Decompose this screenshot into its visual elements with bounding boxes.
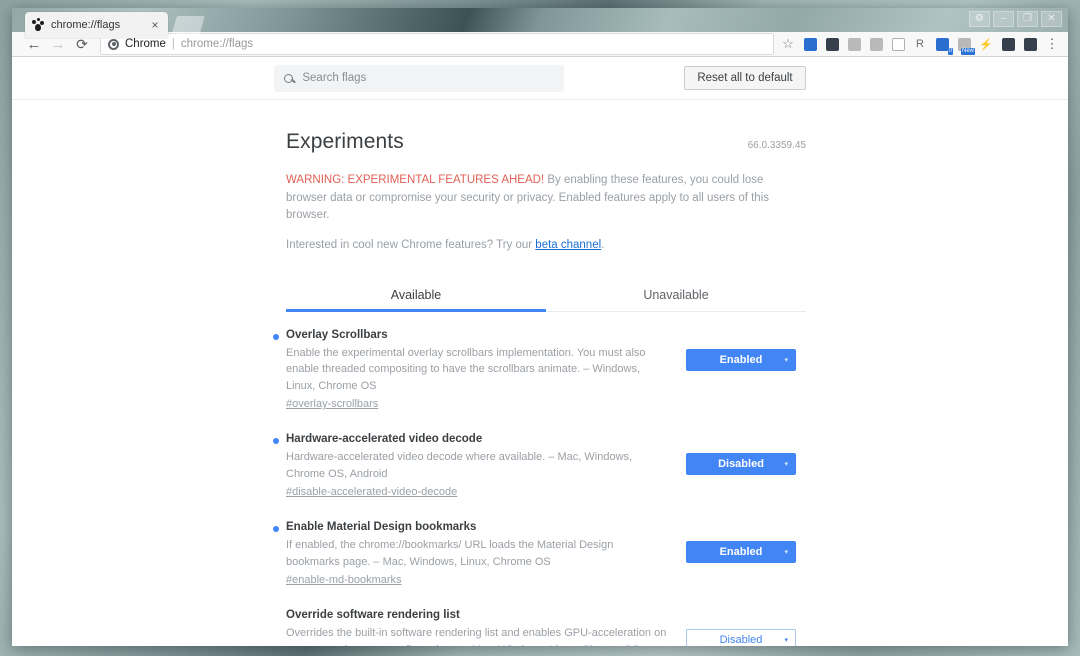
toolbar-icons: ☆ R 0 New ⚡ ⋮ xyxy=(778,34,1062,56)
flags-favicon-icon xyxy=(31,18,45,32)
flags-search-bar: Reset all to default xyxy=(12,57,1068,101)
reset-all-to-default-button[interactable]: Reset all to default xyxy=(684,66,806,91)
extension-icon-7[interactable]: 0 xyxy=(932,34,953,56)
flag-state-select[interactable]: Enabled ▾ xyxy=(686,348,796,371)
extension-icon-2[interactable] xyxy=(822,34,842,54)
title-bar: chrome://flags × ❂ – ❐ ✕ xyxy=(12,8,1068,38)
maximize-icon[interactable]: ❐ xyxy=(1017,11,1038,27)
warning-text: WARNING: EXPERIMENTAL FEATURES AHEAD! By… xyxy=(286,172,786,224)
flag-name: Overlay Scrollbars xyxy=(286,328,388,341)
flag-description: Enable the experimental overlay scrollba… xyxy=(286,346,646,392)
flag-details: Hardware-accelerated video decode Hardwa… xyxy=(273,433,686,500)
extension-icon-6[interactable]: R xyxy=(910,34,930,54)
extension-icon-1[interactable] xyxy=(800,34,820,54)
address-bar[interactable]: Chrome | chrome://flags xyxy=(100,33,774,56)
beta-suffix: . xyxy=(601,238,605,251)
extension-count-badge: 0 xyxy=(947,48,953,56)
search-box[interactable] xyxy=(274,64,565,92)
flag-details: Enable Material Design bookmarks If enab… xyxy=(273,521,686,588)
search-icon xyxy=(284,73,294,83)
flag-description: Overrides the built-in software renderin… xyxy=(286,627,667,646)
window-extra-icon[interactable]: ❂ xyxy=(969,11,990,27)
browser-tab[interactable]: chrome://flags × xyxy=(25,12,168,38)
omnibox-separator: | xyxy=(171,38,175,51)
extension-icon-4[interactable] xyxy=(866,34,886,54)
flag-description: Hardware-accelerated video decode where … xyxy=(286,451,633,480)
flag-details: Override software rendering list Overrid… xyxy=(286,609,686,646)
flag-description: If enabled, the chrome://bookmarks/ URL … xyxy=(286,539,614,568)
flag-name: Enable Material Design bookmarks xyxy=(286,521,477,534)
new-tab-button[interactable] xyxy=(171,16,205,36)
flag-state-label: Enabled xyxy=(719,353,763,366)
chrome-version: 66.0.3359.45 xyxy=(747,140,806,152)
lightning-icon[interactable]: ⚡ xyxy=(976,34,996,54)
tab-unavailable[interactable]: Unavailable xyxy=(546,279,806,311)
page-header: Experiments 66.0.3359.45 xyxy=(286,130,806,154)
beta-prefix: Interested in cool new Chrome features? … xyxy=(286,238,536,251)
tab-close-icon[interactable]: × xyxy=(148,19,162,31)
flag-state-select[interactable]: Disabled ▾ xyxy=(686,629,796,646)
flag-row: Override software rendering list Overrid… xyxy=(286,609,806,646)
close-icon[interactable]: ✕ xyxy=(1041,11,1062,27)
search-input[interactable] xyxy=(302,72,555,85)
flag-state-select[interactable]: Enabled ▾ xyxy=(686,541,796,564)
chevron-down-icon: ▾ xyxy=(784,461,788,469)
flag-state-label: Enabled xyxy=(719,546,763,559)
omnibox-scheme-label: Chrome xyxy=(125,38,166,51)
beta-channel-link[interactable]: beta channel xyxy=(535,239,601,251)
flag-id-link[interactable]: #overlay-scrollbars xyxy=(286,398,378,410)
tab-available[interactable]: Available xyxy=(286,279,546,312)
beta-channel-line: Interested in cool new Chrome features? … xyxy=(286,239,806,251)
modified-indicator-dot xyxy=(273,526,279,533)
browser-window: chrome://flags × ❂ – ❐ ✕ ← → ⟳ Chrome | … xyxy=(12,8,1068,646)
extension-icon-8[interactable]: New xyxy=(954,34,975,56)
modified-indicator-dot xyxy=(273,438,279,445)
flag-name: Override software rendering list xyxy=(286,609,460,622)
window-controls: ❂ – ❐ ✕ xyxy=(969,11,1062,27)
minimize-icon[interactable]: – xyxy=(993,11,1014,27)
flag-state-select[interactable]: Disabled ▾ xyxy=(686,453,796,476)
extension-new-badge: New xyxy=(960,48,975,56)
flags-page: Experiments 66.0.3359.45 WARNING: EXPERI… xyxy=(12,100,1068,646)
chevron-down-icon: ▾ xyxy=(784,637,788,645)
flag-row: Enable Material Design bookmarks If enab… xyxy=(273,521,806,588)
bookmark-star-icon[interactable]: ☆ xyxy=(778,34,798,54)
chevron-down-icon: ▾ xyxy=(784,549,788,557)
flags-list: Overlay Scrollbars Enable the experiment… xyxy=(273,328,806,646)
chevron-down-icon: ▾ xyxy=(784,356,788,364)
chrome-logo-icon xyxy=(108,38,119,50)
tab-title: chrome://flags xyxy=(51,19,121,31)
modified-indicator-dot xyxy=(273,333,279,340)
extension-icon-9[interactable] xyxy=(998,34,1018,54)
page-viewport: Reset all to default Experiments 66.0.33… xyxy=(12,57,1068,646)
extension-icon-10[interactable] xyxy=(1020,34,1040,54)
extension-icon-5[interactable] xyxy=(888,34,908,54)
omnibox-url: chrome://flags xyxy=(180,38,254,51)
flag-id-link[interactable]: #disable-accelerated-video-decode xyxy=(286,486,457,498)
flag-name: Hardware-accelerated video decode xyxy=(286,433,483,446)
flags-content: Experiments 66.0.3359.45 WARNING: EXPERI… xyxy=(273,130,806,646)
flags-tabs: Available Unavailable xyxy=(286,279,806,312)
flag-id-link[interactable]: #enable-md-bookmarks xyxy=(286,574,402,586)
flag-details: Overlay Scrollbars Enable the experiment… xyxy=(273,328,686,413)
chrome-menu-icon[interactable]: ⋮ xyxy=(1042,34,1062,54)
page-title: Experiments xyxy=(286,130,404,154)
warning-strong: WARNING: EXPERIMENTAL FEATURES AHEAD! xyxy=(286,174,545,187)
flag-state-label: Disabled xyxy=(718,458,764,471)
flag-row: Overlay Scrollbars Enable the experiment… xyxy=(273,328,806,413)
extension-icon-3[interactable] xyxy=(844,34,864,54)
flag-row: Hardware-accelerated video decode Hardwa… xyxy=(273,433,806,500)
browser-toolbar: ← → ⟳ Chrome | chrome://flags ☆ R 0 New xyxy=(12,32,1068,58)
flag-state-label: Disabled xyxy=(719,634,763,646)
